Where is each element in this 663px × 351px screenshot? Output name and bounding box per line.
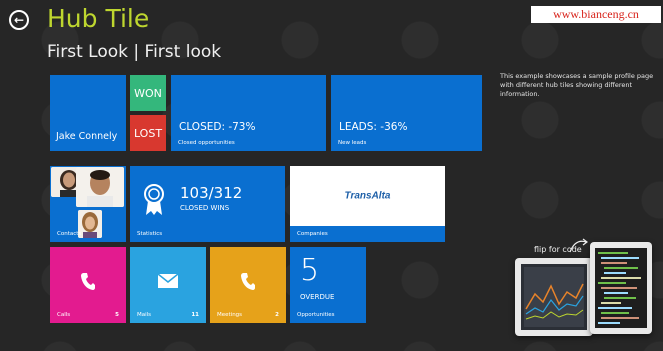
company-logo: TransAlta [344, 190, 391, 202]
person-2-icon [76, 167, 124, 207]
companies-tile[interactable]: TransAlta Companies [290, 166, 445, 242]
curved-arrow-icon [569, 238, 588, 253]
leads-value: LEADS: -36% [339, 121, 408, 133]
profile-name: Jake Connely [56, 131, 118, 142]
statistics-value: 103/312 [180, 184, 243, 202]
statistics-caption: CLOSED WINS [180, 204, 230, 212]
code-lines-icon [598, 252, 641, 324]
watermark: www.bianceng.cn [531, 6, 661, 23]
page-title: First Look | First look [47, 42, 222, 62]
contacts-tile[interactable]: Contacts [50, 166, 126, 242]
closed-opportunities-tile[interactable]: CLOSED: -73% Closed opportunities [171, 75, 326, 151]
mails-tile[interactable]: Mails 11 [130, 247, 206, 323]
companies-label: Companies [297, 231, 328, 237]
lost-label: LOST [133, 126, 163, 140]
ribbon-award-icon [144, 184, 164, 215]
app-title: Hub Tile [47, 4, 150, 33]
calls-count: 5 [115, 312, 119, 318]
opportunities-value: 5 [300, 253, 320, 288]
opportunities-caption: OVERDUE [300, 293, 335, 301]
company-logo-area: TransAlta [290, 166, 445, 226]
calls-label: Calls [57, 312, 71, 318]
contact-photo-3 [78, 210, 102, 238]
new-leads-tile[interactable]: LEADS: -36% New leads [331, 75, 482, 151]
back-arrow-icon: ← [13, 13, 25, 27]
won-tile[interactable]: WON [130, 75, 166, 111]
won-label: WON [134, 86, 162, 100]
statistics-label: Statistics [137, 231, 163, 237]
tablet-chart-preview[interactable] [515, 258, 593, 336]
opportunities-tile[interactable]: 5 OVERDUE Opportunities [290, 247, 366, 323]
contact-photo-2 [76, 167, 124, 207]
meetings-tile[interactable]: Meetings 2 [210, 247, 286, 323]
mails-label: Mails [137, 312, 152, 318]
closed-value: CLOSED: -73% [179, 121, 256, 133]
phone-icon [81, 273, 95, 291]
lost-tile[interactable]: LOST [130, 115, 166, 151]
leads-label: New leads [338, 140, 367, 146]
line-chart-icon [524, 267, 584, 327]
contacts-label: Contacts [57, 231, 82, 237]
chart-preview-screen [521, 264, 587, 330]
mails-count: 11 [191, 312, 199, 318]
meetings-count: 2 [275, 312, 279, 318]
back-button[interactable]: ← [9, 10, 29, 30]
closed-label: Closed opportunities [178, 140, 235, 146]
meetings-label: Meetings [217, 312, 243, 318]
description-text: This example showcases a sample profile … [500, 72, 654, 98]
tablet-code-preview[interactable] [590, 242, 652, 334]
statistics-tile[interactable]: 103/312 CLOSED WINS Statistics [130, 166, 285, 242]
code-preview-screen [595, 248, 647, 328]
phone-icon [241, 273, 255, 291]
calls-tile[interactable]: Calls 5 [50, 247, 126, 323]
opportunities-label: Opportunities [297, 312, 335, 318]
person-3-icon [78, 210, 102, 238]
envelope-icon [158, 274, 178, 289]
profile-tile[interactable]: Jake Connely [50, 75, 126, 151]
